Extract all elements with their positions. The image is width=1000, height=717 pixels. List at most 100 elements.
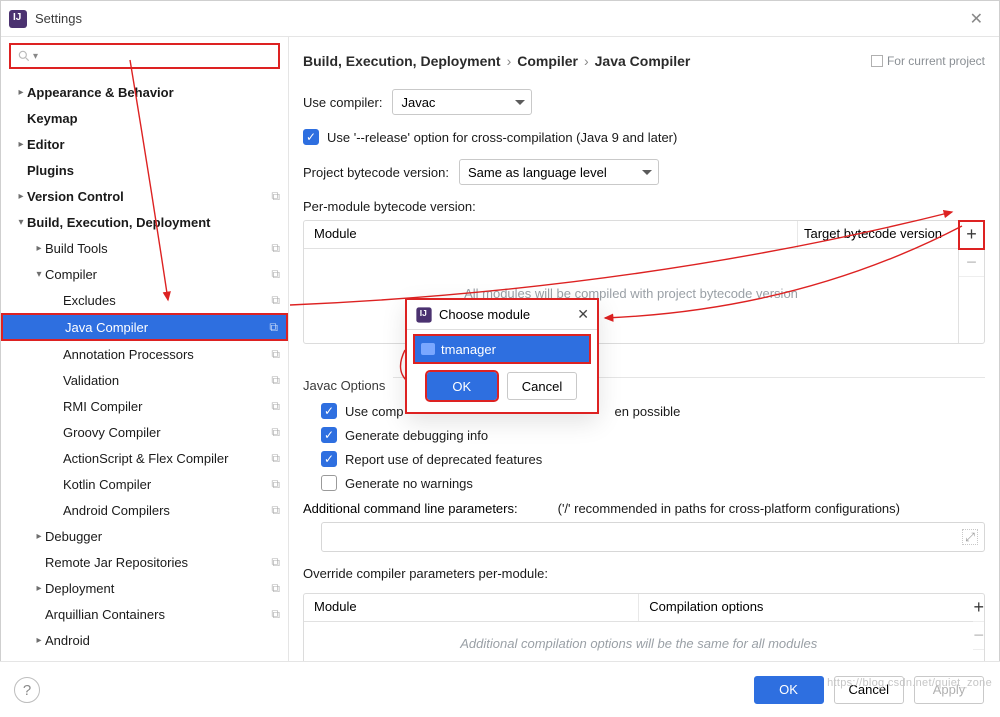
search-dropdown-icon[interactable]: ▾ <box>33 51 38 62</box>
copy-icon: ⧉ <box>271 425 280 440</box>
tree-item-keymap[interactable]: Keymap <box>1 105 288 131</box>
per-module-label: Per-module bytecode version: <box>303 199 985 214</box>
javac-opt3-checkbox[interactable]: Report use of deprecated features <box>321 451 542 467</box>
override-remove-button[interactable]: − <box>973 622 984 650</box>
breadcrumb-c: Java Compiler <box>595 53 691 69</box>
copy-icon: ⧉ <box>271 241 280 256</box>
tree-item-label: Debugger <box>45 529 280 544</box>
checkbox-icon <box>321 403 337 419</box>
release-option-label: Use '--release' option for cross-compila… <box>327 130 677 145</box>
popup-title: Choose module <box>439 307 577 322</box>
help-button[interactable]: ? <box>14 677 40 703</box>
javac-title: Javac Options <box>303 378 385 393</box>
copy-icon: ⧉ <box>271 399 280 414</box>
breadcrumb-a[interactable]: Build, Execution, Deployment <box>303 53 501 69</box>
app-icon: IJ <box>9 10 27 28</box>
col-module[interactable]: Module <box>304 221 798 248</box>
settings-tree[interactable]: ▸Appearance & BehaviorKeymap▸EditorPlugi… <box>1 75 288 716</box>
params-input[interactable]: ⤢ <box>321 522 985 552</box>
override-col-module[interactable]: Module <box>304 594 639 621</box>
tree-item-android[interactable]: ▸Android <box>1 627 288 653</box>
remove-module-button[interactable]: − <box>959 249 984 277</box>
tree-item-java-compiler[interactable]: Java Compiler⧉ <box>1 313 288 341</box>
search-icon <box>17 49 31 63</box>
copy-icon: ⧉ <box>271 347 280 362</box>
copy-icon: ⧉ <box>271 373 280 388</box>
tree-item-version-control[interactable]: ▸Version Control⧉ <box>1 183 288 209</box>
tree-item-deployment[interactable]: ▸Deployment⧉ <box>1 575 288 601</box>
tree-item-android-compilers[interactable]: Android Compilers⧉ <box>1 497 288 523</box>
javac-opt2-row: Generate debugging info <box>321 427 985 443</box>
override-add-button[interactable]: + <box>973 594 984 622</box>
tree-item-actionscript-flex-compiler[interactable]: ActionScript & Flex Compiler⧉ <box>1 445 288 471</box>
tree-item-kotlin-compiler[interactable]: Kotlin Compiler⧉ <box>1 471 288 497</box>
tree-item-label: Remote Jar Repositories <box>45 555 271 570</box>
project-bytecode-dropdown[interactable]: Same as language level <box>459 159 659 185</box>
tree-item-remote-jar-repositories[interactable]: Remote Jar Repositories⧉ <box>1 549 288 575</box>
params-label: Additional command line parameters: <box>303 501 518 516</box>
copy-icon: ⧉ <box>269 320 278 335</box>
tree-item-build-tools[interactable]: ▸Build Tools⧉ <box>1 235 288 261</box>
javac-opt4-checkbox[interactable]: Generate no warnings <box>321 475 473 491</box>
tree-item-rmi-compiler[interactable]: RMI Compiler⧉ <box>1 393 288 419</box>
tree-item-editor[interactable]: ▸Editor <box>1 131 288 157</box>
override-col-options[interactable]: Compilation options <box>639 594 973 621</box>
col-target[interactable]: Target bytecode version <box>798 221 958 248</box>
copy-icon: ⧉ <box>271 293 280 308</box>
tree-item-label: Android <box>45 633 280 648</box>
javac-opt2-label: Generate debugging info <box>345 428 488 443</box>
chevron-icon: ▸ <box>33 583 45 594</box>
tree-item-excludes[interactable]: Excludes⧉ <box>1 287 288 313</box>
sidebar: ▾ ▸Appearance & BehaviorKeymap▸EditorPlu… <box>1 37 289 716</box>
tree-item-label: Excludes <box>63 293 271 308</box>
tree-item-build-execution-deployment[interactable]: ▾Build, Execution, Deployment <box>1 209 288 235</box>
ok-button[interactable]: OK <box>754 676 824 704</box>
tree-item-label: Version Control <box>27 189 271 204</box>
tree-item-label: Compiler <box>45 267 271 282</box>
copy-icon: ⧉ <box>271 267 280 282</box>
tree-item-label: Deployment <box>45 581 271 596</box>
tree-item-arquillian-containers[interactable]: Arquillian Containers⧉ <box>1 601 288 627</box>
module-item-tmanager[interactable]: tmanager <box>415 336 589 362</box>
chevron-icon: ▸ <box>15 87 27 98</box>
override-table: Module Compilation options Additional co… <box>303 593 985 670</box>
expand-icon[interactable]: ⤢ <box>962 529 978 545</box>
popup-ok-button[interactable]: OK <box>427 372 497 400</box>
project-bytecode-label: Project bytecode version: <box>303 165 449 180</box>
popup-close-icon[interactable]: ✕ <box>577 306 589 323</box>
tree-item-groovy-compiler[interactable]: Groovy Compiler⧉ <box>1 419 288 445</box>
copy-icon: ⧉ <box>271 503 280 518</box>
breadcrumb-b[interactable]: Compiler <box>517 53 578 69</box>
chevron-icon: ▸ <box>33 531 45 542</box>
search-input[interactable]: ▾ <box>9 43 280 69</box>
tree-item-compiler[interactable]: ▾Compiler⧉ <box>1 261 288 287</box>
tree-item-annotation-processors[interactable]: Annotation Processors⧉ <box>1 341 288 367</box>
add-module-button[interactable]: + <box>959 221 984 249</box>
table-empty-text: All modules will be compiled with projec… <box>304 249 958 343</box>
tree-item-label: Plugins <box>27 163 280 178</box>
close-icon[interactable]: ✕ <box>962 5 991 33</box>
project-bytecode-row: Project bytecode version: Same as langua… <box>303 159 985 185</box>
main-panel: Build, Execution, Deployment›Compiler›Ja… <box>289 37 999 716</box>
use-compiler-value: Javac <box>401 95 435 110</box>
use-compiler-dropdown[interactable]: Javac <box>392 89 532 115</box>
tree-item-validation[interactable]: Validation⧉ <box>1 367 288 393</box>
checkbox-icon <box>321 475 337 491</box>
window-titlebar: IJ Settings ✕ <box>1 1 999 37</box>
popup-header: IJ Choose module ✕ <box>407 300 597 330</box>
tree-item-plugins[interactable]: Plugins <box>1 157 288 183</box>
javac-opt3-label: Report use of deprecated features <box>345 452 542 467</box>
tree-item-label: Kotlin Compiler <box>63 477 271 492</box>
tree-item-label: Appearance & Behavior <box>27 85 280 100</box>
chevron-icon: ▸ <box>33 243 45 254</box>
tree-item-appearance-behavior[interactable]: ▸Appearance & Behavior <box>1 79 288 105</box>
watermark: https://blog.csdn.net/quiet_zone <box>827 677 992 689</box>
javac-opt2-checkbox[interactable]: Generate debugging info <box>321 427 488 443</box>
tree-item-debugger[interactable]: ▸Debugger <box>1 523 288 549</box>
javac-opt1-label-part1: Use comp <box>345 404 404 419</box>
release-option-checkbox[interactable]: Use '--release' option for cross-compila… <box>303 129 677 145</box>
checkbox-icon <box>303 129 319 145</box>
popup-cancel-button[interactable]: Cancel <box>507 372 577 400</box>
breadcrumb-row: Build, Execution, Deployment›Compiler›Ja… <box>303 47 985 75</box>
tree-item-label: Android Compilers <box>63 503 271 518</box>
